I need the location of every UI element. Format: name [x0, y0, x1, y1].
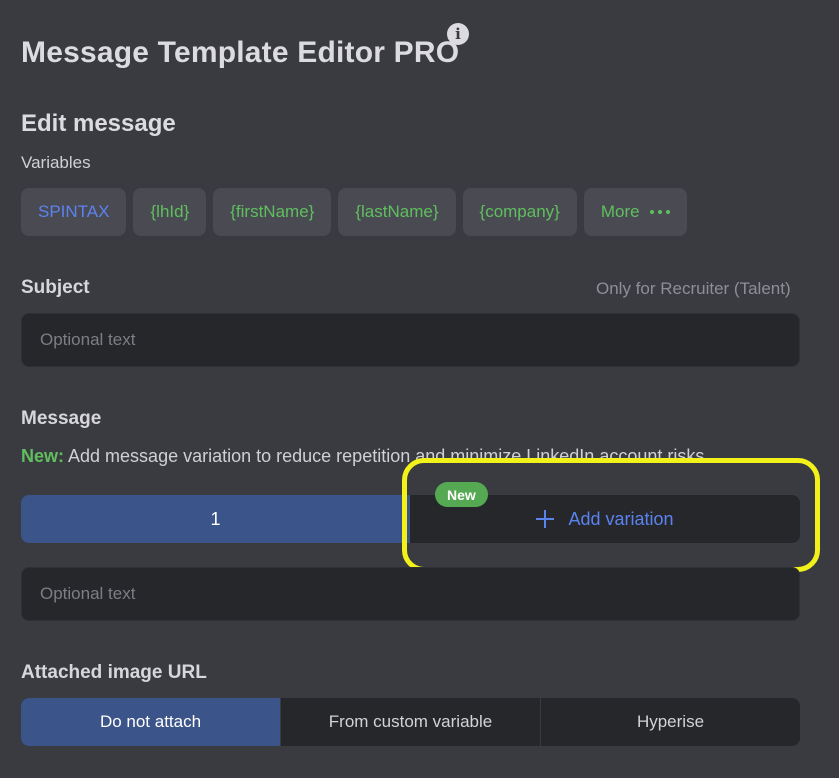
page-title: Message Template Editor PRO: [21, 36, 460, 69]
chip-lastname[interactable]: {lastName}: [338, 188, 456, 236]
subject-note: Only for Recruiter (Talent): [596, 279, 791, 298]
attached-image-label: Attached image URL: [21, 662, 207, 683]
variation-tab-1[interactable]: 1: [21, 495, 410, 543]
subject-placeholder: Optional text: [40, 330, 136, 349]
message-label: Message: [21, 408, 102, 429]
attach-image-options: Do not attach From custom variable Hyper…: [21, 698, 800, 746]
info-icon[interactable]: i: [447, 23, 469, 45]
chip-company[interactable]: {company}: [462, 188, 577, 236]
chip-lhid[interactable]: {lhId}: [133, 188, 207, 236]
plus-icon: [536, 510, 555, 528]
variables-label: Variables: [21, 153, 91, 172]
add-variation-label: Add variation: [568, 508, 674, 529]
subject-input[interactable]: Optional text: [21, 313, 800, 367]
more-label: More: [600, 202, 640, 221]
variable-chips: SPINTAX {lhId} {firstName} {lastName} {c…: [21, 188, 687, 236]
edit-message-heading: Edit message: [21, 110, 176, 137]
option-do-not-attach[interactable]: Do not attach: [21, 698, 280, 746]
chip-more-button[interactable]: More: [583, 188, 687, 236]
message-placeholder: Optional text: [40, 584, 136, 603]
option-custom-variable[interactable]: From custom variable: [280, 698, 540, 746]
variation-note-text: Add message variation to reduce repetiti…: [64, 446, 705, 466]
option-hyperise[interactable]: Hyperise: [540, 698, 800, 746]
message-input[interactable]: Optional text: [21, 567, 800, 621]
variation-tabs: 1 Add variation: [21, 495, 800, 543]
chip-firstname[interactable]: {firstName}: [213, 188, 332, 236]
chip-spintax[interactable]: SPINTAX: [21, 188, 127, 236]
variation-note: New: Add message variation to reduce rep…: [21, 446, 704, 467]
subject-label: Subject: [21, 277, 90, 298]
more-dots-icon: [649, 210, 670, 214]
new-badge: New: [435, 482, 488, 507]
variation-note-prefix: New:: [21, 446, 65, 466]
